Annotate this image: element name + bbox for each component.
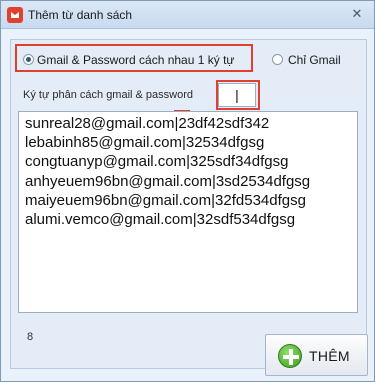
- radio-checked-icon[interactable]: [23, 54, 34, 65]
- app-icon: [7, 7, 23, 23]
- close-icon[interactable]: ✕: [350, 7, 364, 21]
- radio-gmail-only-label: Chỉ Gmail: [288, 53, 341, 67]
- account-line: alumi.vemco@gmail.com|32sdf534dfgsg: [25, 211, 296, 228]
- title-bar: Thêm từ danh sách ✕: [1, 1, 374, 29]
- separator-label: Ký tự phân cách gmail & password: [23, 89, 194, 101]
- account-count: 8: [27, 331, 34, 343]
- account-line: sunreal28@gmail.com|23df42sdf342: [25, 115, 270, 132]
- account-line: lebabinh85@gmail.com|32534dfgsg: [25, 134, 265, 151]
- plus-icon: [278, 344, 302, 368]
- radio-unchecked-icon[interactable]: [272, 54, 283, 65]
- accounts-textarea[interactable]: sunreal28@gmail.com|23df42sdf342 lebabin…: [18, 111, 358, 313]
- radio-gmail-password-label: Gmail & Password cách nhau 1 ký tự: [37, 53, 235, 67]
- account-line: maiyeuem96bn@gmail.com|32fd534dfgsg: [25, 192, 306, 209]
- account-line: congtuanyp@gmail.com|325sdf34dfgsg: [25, 153, 289, 170]
- window-title: Thêm từ danh sách: [28, 8, 133, 22]
- dialog-window: Thêm từ danh sách ✕ Gmail & Password các…: [0, 0, 375, 382]
- account-line: anhyeuem96bn@gmail.com|3sd2534dfgsg: [25, 173, 311, 190]
- add-button[interactable]: THÊM: [265, 334, 368, 376]
- separator-input[interactable]: |: [218, 83, 256, 107]
- add-button-label: THÊM: [309, 348, 350, 364]
